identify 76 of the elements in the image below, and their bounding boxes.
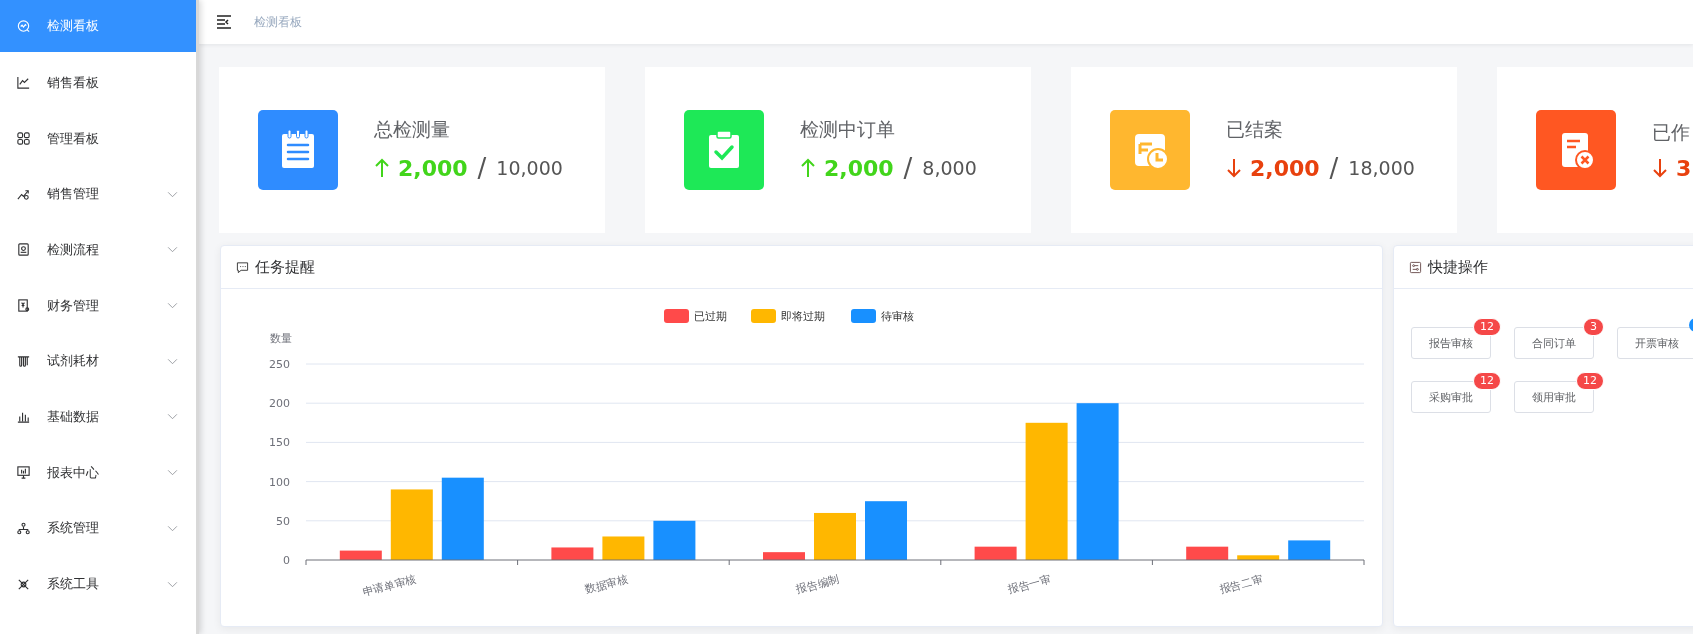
x-tick-label: 报告二审: [1218, 572, 1264, 597]
stat-value: 2,000: [1250, 155, 1320, 181]
count-badge: 3: [1583, 318, 1604, 336]
arrow-up-icon: [800, 158, 816, 178]
bar: [865, 501, 907, 560]
line-chart-icon: [16, 75, 31, 91]
slash-separator: /: [477, 153, 487, 183]
stat-value: 3: [1676, 155, 1692, 181]
stat-total: 10,000: [496, 157, 563, 179]
stat-total: 8,000: [922, 157, 977, 179]
stat-title: 已结案: [1226, 117, 1284, 142]
quick-action-button[interactable]: 开票审核: [1617, 327, 1693, 359]
count-badge: 12: [1473, 318, 1501, 336]
sidebar-item[interactable]: 系统工具: [0, 556, 196, 612]
bar: [763, 552, 805, 560]
stat-title: 总检测量: [374, 117, 451, 142]
bar: [339, 550, 382, 560]
legend-swatch[interactable]: [751, 309, 776, 323]
sidebar-item[interactable]: 销售管理: [0, 166, 196, 223]
invoice-icon: [16, 298, 31, 314]
bar: [390, 489, 433, 560]
y-tick-label: 150: [269, 436, 290, 450]
stat-value: 2,000: [398, 155, 468, 181]
sidebar-item[interactable]: 销售看板: [0, 55, 196, 111]
legend-label[interactable]: 待审核: [881, 310, 914, 323]
bar: [814, 512, 856, 560]
bar: [1288, 540, 1331, 560]
test-tubes-icon: [16, 353, 31, 369]
sidebar-item[interactable]: 检测流程: [0, 222, 196, 278]
y-tick-label: 200: [269, 397, 290, 411]
stat-title: 已作: [1652, 119, 1691, 145]
y-tick-label: 50: [276, 514, 290, 528]
id-card-icon: [16, 242, 31, 258]
legend-swatch[interactable]: [851, 309, 876, 323]
stat-value: 2,000: [824, 155, 894, 181]
y-tick-label: 0: [283, 554, 290, 567]
legend-swatch[interactable]: [664, 309, 689, 323]
sidebar-item[interactable]: 系统管理: [0, 500, 196, 557]
bar: [974, 546, 1017, 560]
chat-icon: [236, 260, 249, 274]
quick-action-button[interactable]: 合同订单: [1514, 327, 1594, 359]
panel-title: 快捷操作: [1428, 257, 1488, 277]
bar: [1186, 546, 1229, 560]
x-tick-label: 报告一审: [1006, 572, 1053, 597]
legend-label[interactable]: 已过期: [694, 310, 727, 323]
arrow-down-icon: [1226, 158, 1242, 178]
stat-total: 18,000: [1348, 157, 1415, 179]
x-tick-label: 申请单审核: [361, 572, 418, 600]
settings-icon: [1409, 260, 1422, 274]
bar: [653, 520, 696, 560]
y-tick-label: 250: [269, 358, 290, 371]
sidebar-item[interactable]: 试剂耗材: [0, 333, 196, 390]
count-badge: 12: [1473, 372, 1501, 390]
sidebar-item[interactable]: 基础数据: [0, 389, 196, 445]
monitoring-icon: [16, 18, 31, 34]
x-tick-label: 数据审核: [583, 572, 630, 597]
sidebar-item[interactable]: 报表中心: [0, 444, 196, 501]
arrow-up-icon: [374, 158, 390, 178]
panel-title: 任务提醒: [255, 257, 315, 277]
legend-label[interactable]: 即将过期: [781, 310, 825, 323]
arrow-down-icon: [1652, 158, 1668, 178]
menu-icon[interactable]: [216, 15, 232, 29]
bar: [1237, 555, 1280, 560]
sidebar-item[interactable]: 管理看板: [0, 110, 196, 167]
y-tick-label: 100: [269, 475, 290, 489]
count-badge: 12: [1576, 372, 1604, 390]
monitor-icon: [16, 465, 31, 481]
sidebar-item[interactable]: 财务管理: [0, 277, 196, 334]
grid-icon: [16, 131, 31, 147]
bar: [602, 536, 645, 560]
stat-title: 检测中订单: [800, 117, 896, 142]
hierarchy-icon: [16, 520, 31, 536]
x-tick-label: 报告编制: [794, 572, 841, 597]
slash-separator: /: [1329, 153, 1339, 183]
y-axis-title: 数量: [270, 332, 292, 345]
slash-separator: /: [903, 153, 913, 183]
